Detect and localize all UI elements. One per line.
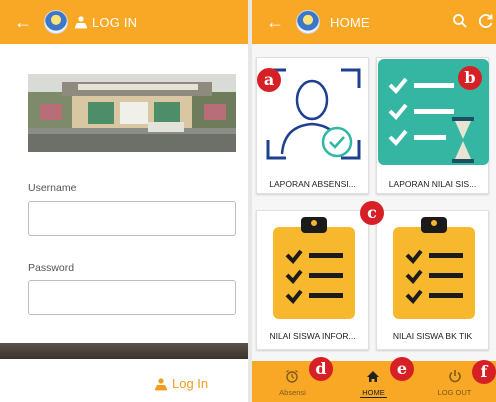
annotation-marker-b: b [458, 66, 482, 90]
annotation-marker-c: c [360, 201, 384, 225]
decorative-band [0, 343, 248, 359]
nav-label: LOG OUT [437, 388, 472, 397]
nav-label: HOME [360, 388, 387, 398]
username-input[interactable] [28, 201, 236, 236]
user-icon [155, 377, 167, 390]
card-nilai-siswa-bk-tik[interactable]: NILAI SISWA BK TIK [376, 210, 489, 350]
card-label: LAPORAN ABSENSI... [269, 179, 356, 189]
back-arrow-icon[interactable]: ← [8, 0, 38, 44]
refresh-icon[interactable] [478, 13, 494, 29]
page-title: HOME [330, 14, 370, 30]
back-arrow-icon[interactable]: ← [260, 0, 290, 44]
annotation-marker-e: e [390, 357, 414, 381]
login-screen: ← LOG IN Username Password Log In [0, 0, 248, 402]
school-logo-icon [44, 10, 68, 34]
clipboard-icon [393, 217, 475, 319]
clipboard-icon [273, 217, 355, 319]
password-label: Password [28, 262, 75, 274]
page-title: LOG IN [92, 14, 138, 30]
school-photo [28, 74, 236, 152]
login-button[interactable]: Log In [154, 376, 208, 391]
login-app-bar: ← LOG IN [0, 0, 248, 44]
nav-label: Absensi [279, 388, 306, 397]
password-input[interactable] [28, 280, 236, 315]
card-label: NILAI SISWA INFOR... [269, 331, 356, 341]
home-icon [367, 371, 379, 382]
card-nilai-siswa-informatika[interactable]: NILAI SISWA INFOR... [256, 210, 369, 350]
annotation-marker-d: d [309, 357, 333, 381]
school-logo-icon [296, 10, 320, 34]
login-button-label: Log In [172, 376, 209, 391]
annotation-marker-a: a [257, 68, 281, 92]
annotation-marker-f: f [472, 360, 496, 384]
power-icon [449, 370, 461, 383]
home-screen: ← HOME LAPORAN ABSENSI... LAPORAN NILAI … [252, 0, 496, 402]
user-icon [75, 16, 87, 29]
bottom-nav: Absensi HOME LOG OUT [252, 361, 496, 402]
card-label: LAPORAN NILAI SIS... [388, 179, 477, 189]
search-icon[interactable] [452, 13, 468, 29]
alarm-icon [286, 370, 298, 383]
card-label: NILAI SISWA BK TIK [392, 331, 473, 341]
username-label: Username [28, 182, 77, 194]
